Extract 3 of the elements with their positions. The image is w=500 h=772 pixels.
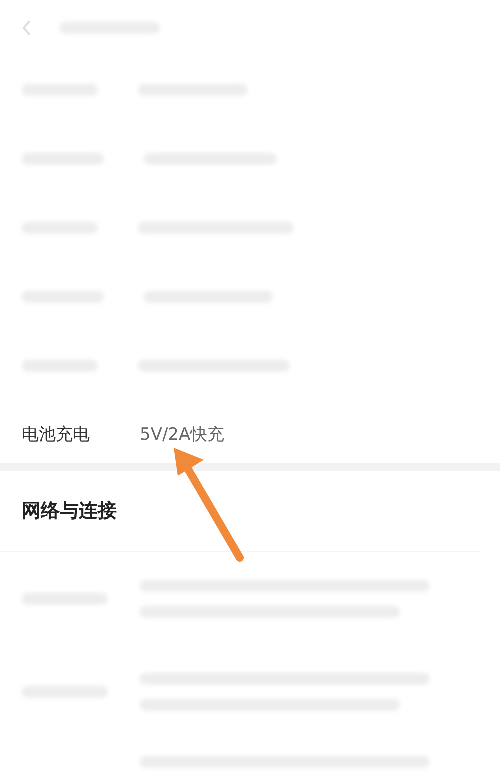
section-title: 网络与连接	[22, 499, 117, 524]
spec-value: 5V/2A快充	[140, 424, 225, 446]
spec-label: 电池充电	[22, 424, 91, 446]
